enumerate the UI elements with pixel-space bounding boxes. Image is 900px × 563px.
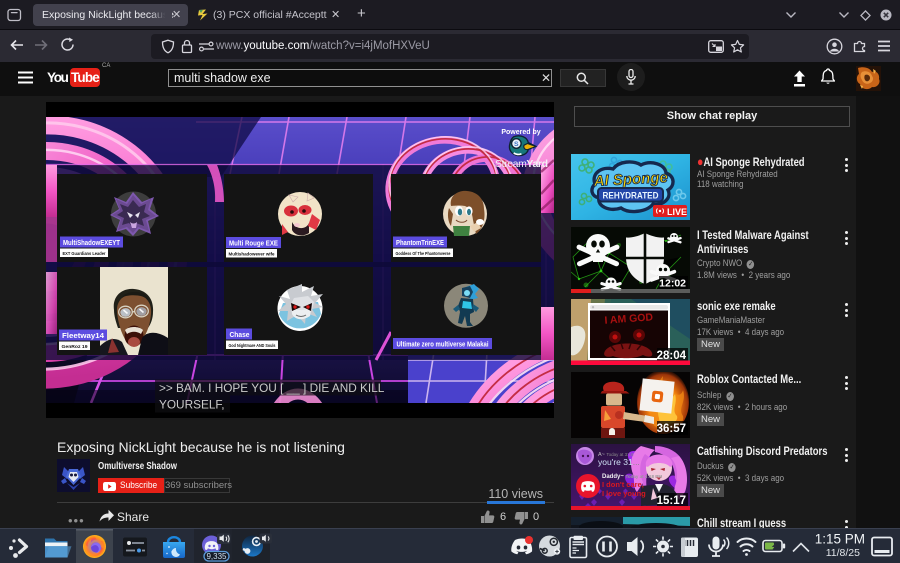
svg-text:I love young: I love young: [602, 489, 646, 498]
svg-text:MultiShadowEXEYT: MultiShadowEXEYT: [63, 238, 120, 247]
svg-text:Multi Rouge EXE: Multi Rouge EXE: [229, 239, 278, 248]
svg-text:Powered by: Powered by: [501, 129, 540, 136]
svg-text:REHYDRATED: REHYDRATED: [603, 191, 659, 202]
svg-text:I don't care,: I don't care,: [602, 480, 644, 489]
svg-text:Goddess Of The Phantomverse: Goddess Of The Phantomverse: [396, 251, 451, 257]
svg-text:LIVE: LIVE: [667, 207, 687, 217]
svg-text:PhantomTrinEXE: PhantomTrinEXE: [396, 238, 444, 247]
svg-text:>> BAM. I HOPE YOU [ __ ] DIE: >> BAM. I HOPE YOU [ __ ] DIE AND KILL: [159, 381, 385, 395]
svg-text:Chase: Chase: [230, 330, 250, 339]
svg-text:S: S: [514, 141, 519, 148]
svg-text:StreamYard: StreamYard: [495, 158, 548, 170]
svg-text:12:02: 12:02: [659, 278, 686, 290]
svg-text:1:15 PM: 1:15 PM: [815, 532, 865, 547]
svg-text:15:17: 15:17: [657, 495, 686, 507]
svg-text:28:04: 28:04: [657, 350, 687, 362]
svg-text:Ultimate zero multiverse Malak: Ultimate zero multiverse Malakai: [397, 340, 489, 349]
svg-text:36:57: 36:57: [657, 423, 686, 435]
svg-text:you're 31...: you're 31...: [598, 457, 640, 467]
svg-text:GenRoz 19: GenRoz 19: [62, 344, 88, 350]
svg-text:God Nightmare AND Souls: God Nightmare AND Souls: [229, 343, 276, 349]
svg-text:Fleetway14: Fleetway14: [62, 331, 105, 340]
svg-text:EXT Guardians Leader: EXT Guardians Leader: [63, 251, 106, 257]
svg-text:9,335: 9,335: [206, 552, 227, 561]
svg-text:Multishadowever wife: Multishadowever wife: [229, 252, 275, 258]
svg-text:YOURSELF,: YOURSELF,: [159, 398, 225, 412]
svg-text:11/8/25: 11/8/25: [826, 547, 860, 559]
